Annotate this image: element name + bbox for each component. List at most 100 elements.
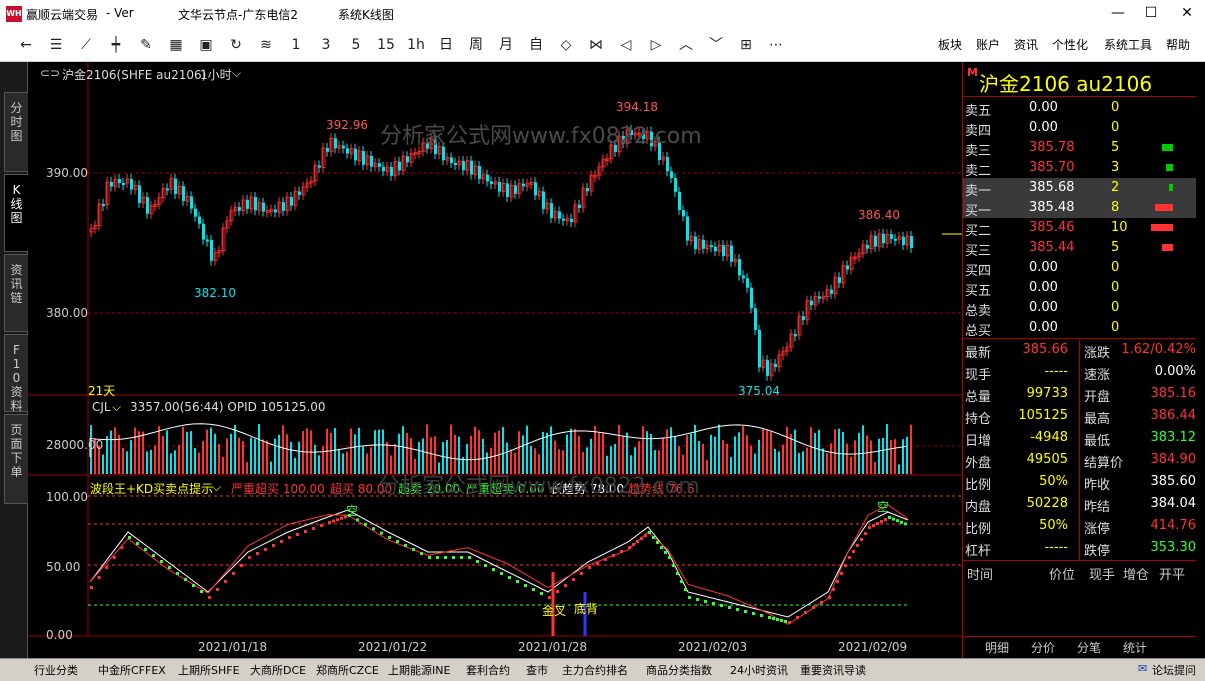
tab-ticks[interactable]: 分笔 [1077, 639, 1101, 656]
total-volume: 0 [1111, 300, 1120, 315]
back-icon[interactable]: ← [14, 35, 38, 55]
left-arrow-icon[interactable]: ◁ [614, 35, 638, 55]
period-month-button[interactable]: 月 [494, 35, 518, 55]
band-dot [572, 578, 575, 581]
down-arrow-icon[interactable]: ﹀ [704, 35, 728, 55]
line-chart-icon[interactable]: ⟋ [74, 35, 98, 55]
volume-bar [822, 448, 824, 474]
order-book-row[interactable]: 买四 0.00 0 [963, 258, 1196, 279]
minimize-button[interactable]: — [1103, 2, 1133, 24]
band-dot [676, 572, 679, 575]
close-button[interactable]: ✕ [1172, 2, 1202, 24]
book-volume: 5 [1111, 240, 1120, 255]
bottom-tab-9[interactable]: 商品分类指数 [646, 662, 712, 678]
menu-personalize[interactable]: 个性化 [1052, 36, 1088, 53]
candlestick-icon[interactable]: ┿ [104, 35, 128, 55]
tab-order[interactable]: 页面下单 [4, 414, 28, 504]
volume-bar [910, 424, 912, 474]
vol-values: 3357.00(56:44) OPID 105125.00 [130, 400, 326, 414]
restore-button[interactable]: ☐ [1136, 2, 1166, 24]
order-book-row[interactable]: 买二 385.46 10 [963, 218, 1196, 239]
tab-kline[interactable]: K线图 [4, 174, 28, 252]
band-dot [168, 566, 171, 569]
order-book-row[interactable]: 买一 385.48 8 [963, 198, 1196, 219]
order-book-row[interactable]: 卖一 385.68 2 [963, 178, 1196, 199]
band-dot [420, 552, 423, 555]
tab-stats[interactable]: 统计 [1123, 639, 1147, 656]
volume-bar [706, 460, 708, 474]
period-1min-button[interactable]: 1 [284, 35, 308, 55]
order-book-row[interactable]: 卖五 0.00 0 [963, 98, 1196, 119]
list-icon[interactable]: ☰ [44, 35, 68, 55]
bottom-tab-5[interactable]: 上期能源INE [388, 662, 450, 678]
bottom-tab-11[interactable]: 重要资讯导读 [800, 662, 866, 678]
bottom-tab-1[interactable]: 中金所CFFEX [98, 662, 166, 678]
bottom-tab-8[interactable]: 主力合约排名 [562, 662, 628, 678]
bottom-tab-0[interactable]: 行业分类 [34, 662, 78, 678]
indicator-icon[interactable]: ≋ [254, 35, 278, 55]
save-icon[interactable]: ▣ [194, 35, 218, 55]
zoom-out-icon[interactable]: ⋈ [584, 35, 608, 55]
order-book-row[interactable]: 卖三 385.78 5 [963, 138, 1196, 159]
bottom-tab-2[interactable]: 上期所SHFE [178, 662, 240, 678]
tab-detail[interactable]: 明细 [985, 639, 1009, 656]
menu-news[interactable]: 资讯 [1014, 36, 1038, 53]
bottom-tab-10[interactable]: 24小时资讯 [730, 662, 788, 678]
volume-bar [106, 436, 108, 474]
bottom-tab-4[interactable]: 郑商所CZCE [316, 662, 379, 678]
quote-title: 沪金2106 au2106 [979, 72, 1153, 96]
tab-f10[interactable]: F10资料 [4, 334, 28, 413]
chart-canvas[interactable] [28, 62, 962, 658]
period-3min-button[interactable]: 3 [314, 35, 338, 55]
menu-account[interactable]: 账户 [976, 36, 1000, 53]
price-mark-low2: 375.04 [738, 384, 780, 398]
forum-link[interactable]: 论坛提问 [1152, 662, 1196, 678]
period-day-button[interactable]: 日 [434, 35, 458, 55]
bottom-tab-3[interactable]: 大商所DCE [250, 662, 306, 678]
band-dot [780, 619, 783, 622]
vol-indicator-name[interactable]: CJL [92, 400, 111, 414]
chevron-down-icon[interactable]: ⌵ [232, 66, 241, 81]
order-book-row[interactable]: 买五 0.00 0 [963, 278, 1196, 299]
stat-label-2: 涨停 [1084, 522, 1111, 537]
candle-body [198, 216, 201, 224]
volume-bar [322, 446, 324, 474]
band-dot [90, 586, 93, 589]
layout-icon[interactable]: ⊞ [734, 35, 758, 55]
chevron-down-icon[interactable]: ⌵ [212, 480, 221, 495]
right-arrow-icon[interactable]: ▷ [644, 35, 668, 55]
stat-value: 99733 [1026, 386, 1068, 401]
period-1h-button[interactable]: 1h [404, 35, 428, 55]
band-dot [128, 536, 131, 539]
candle-body [874, 235, 877, 247]
bottom-tab-7[interactable]: 查市 [526, 662, 548, 678]
more-icon[interactable]: ⋯ [764, 35, 788, 55]
bottom-tab-6[interactable]: 套利合约 [466, 662, 510, 678]
period-15min-button[interactable]: 15 [374, 35, 398, 55]
menu-system-tools[interactable]: 系统工具 [1104, 36, 1152, 53]
period-custom-button[interactable]: 自 [524, 35, 548, 55]
chevron-down-icon[interactable]: ⌵ [112, 400, 121, 415]
draw-tool-icon[interactable]: ✎ [134, 35, 158, 55]
link-icon[interactable]: ⊂⊃ [40, 66, 60, 80]
order-book-row[interactable]: 买三 385.44 5 [963, 238, 1196, 259]
menu-help[interactable]: 帮助 [1166, 36, 1190, 53]
period-week-button[interactable]: 周 [464, 35, 488, 55]
period-5min-button[interactable]: 5 [344, 35, 368, 55]
forum-icon[interactable]: ✉ [1138, 662, 1147, 675]
tab-timeshare[interactable]: 分时图 [4, 92, 28, 172]
refresh-icon[interactable]: ↻ [224, 35, 248, 55]
calc-icon[interactable]: ▦ [164, 35, 188, 55]
zoom-in-icon[interactable]: ◇ [554, 35, 578, 55]
order-book-row[interactable]: 卖四 0.00 0 [963, 118, 1196, 139]
menu-board[interactable]: 板块 [938, 36, 962, 53]
tab-price-dist[interactable]: 分价 [1031, 639, 1055, 656]
tab-news-chain[interactable]: 资讯链 [4, 254, 28, 332]
volume-bar [230, 433, 232, 474]
app-logo-icon: WH [6, 6, 22, 22]
kline-chart-area[interactable]: ⊂⊃ 沪金2106(SHFE au2106) 1小时 ⌵ 分析家公式网www.f… [28, 62, 962, 658]
indicator-title[interactable]: 波段王+KD买卖点提示 [90, 480, 213, 497]
period-selector[interactable]: 1小时 [200, 66, 232, 83]
order-book-row[interactable]: 卖二 385.70 3 [963, 158, 1196, 179]
up-arrow-icon[interactable]: ︿ [674, 35, 698, 55]
